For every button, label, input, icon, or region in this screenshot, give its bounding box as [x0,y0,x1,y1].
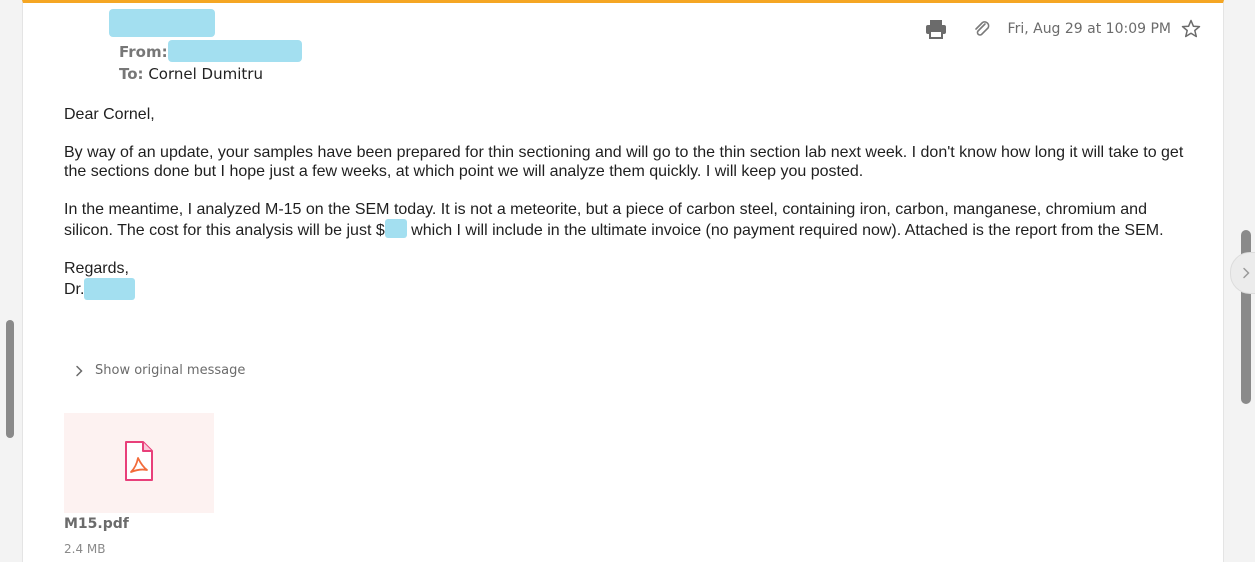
closing: Regards, [64,260,129,277]
price-redacted [384,219,407,238]
message-body: Dear Cornel, By way of an update, your s… [64,105,1194,300]
signature-prefix: Dr. [64,281,85,298]
message-toolbar: Fri, Aug 29 at 10:09 PM [924,17,1203,41]
pdf-file-icon [123,440,155,487]
left-scrollbar-thumb[interactable] [6,320,14,438]
paragraph-update: By way of an update, your samples have b… [64,144,1184,180]
email-viewport: From: To: Cornel Dumitru Fri, Aug 29 at … [0,0,1255,562]
email-message-card: From: To: Cornel Dumitru Fri, Aug 29 at … [22,0,1224,562]
attachment-file-name[interactable]: M15.pdf [64,516,129,532]
sender-name-redacted [109,9,215,37]
to-row: To: Cornel Dumitru [119,65,263,83]
from-address-redacted [167,39,302,62]
greeting: Dear Cornel, [64,106,155,123]
star-icon[interactable] [1179,17,1203,41]
paperclip-icon[interactable] [970,17,994,41]
chevron-right-icon [75,365,83,377]
attachment-preview[interactable] [64,413,214,513]
attachment-file-size: 2.4 MB [64,542,106,556]
from-label: From: [119,43,168,61]
to-label: To: [119,65,144,83]
message-date: Fri, Aug 29 at 10:09 PM [1007,21,1171,37]
from-row: From: [119,39,302,62]
paragraph-analysis: In the meantime, I analyzed M-15 on the … [64,200,1194,240]
paragraph-analysis-end: which I will include in the ultimate inv… [406,222,1164,239]
chevron-right-icon [1243,267,1250,279]
print-icon[interactable] [924,17,948,41]
side-panel-toggle[interactable] [1230,252,1255,294]
to-recipient[interactable]: Cornel Dumitru [148,65,263,83]
show-original-label: Show original message [95,363,246,378]
show-original-toggle[interactable]: Show original message [75,363,245,378]
signature-name-redacted [84,278,136,300]
signature: Dr. [64,278,1194,300]
